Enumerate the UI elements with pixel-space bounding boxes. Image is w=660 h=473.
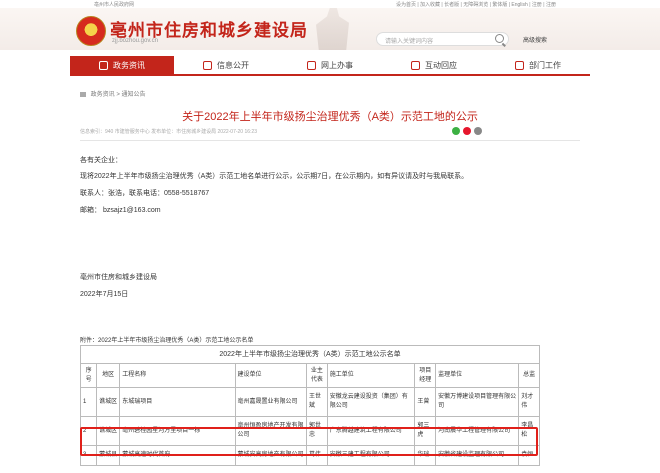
wechat-share-icon[interactable] xyxy=(452,127,460,135)
article-body: 现将2022年上半年市级扬尘治理优秀（A类）示范工地名单进行公示，公示期7日，在… xyxy=(80,173,469,180)
breadcrumb-current[interactable]: 通知公告 xyxy=(122,92,146,98)
cell: 王世斌 xyxy=(306,387,328,417)
cell: 1 xyxy=(79,387,98,417)
article-meta: 信息索引：940 市建管服务中心 发布单位：市住房城乡建设局 2022-07-2… xyxy=(80,129,257,135)
signature: 亳州市住房和城乡建设局 xyxy=(80,274,157,281)
cell: 安徽万博建设项目管理有限公司 xyxy=(435,387,520,417)
document-icon xyxy=(203,60,212,70)
print-icon[interactable] xyxy=(474,127,482,135)
col-header: 项目经理 xyxy=(414,363,437,388)
table-header-row: 序号 地区 工程名称 建设单位 业主代表 施工单位 项目经理 监理单位 总监 xyxy=(79,363,540,388)
cell: 亳州恒盈房地产开发有限公司 xyxy=(234,416,308,446)
col-header: 工程名称 xyxy=(119,363,236,388)
cell: 亳州碧桂园星河万里项目一标 xyxy=(119,416,236,446)
col-header: 序号 xyxy=(79,363,98,388)
nav-item-interaction[interactable]: 互动回应 xyxy=(382,56,486,74)
cell: 谯城区 xyxy=(96,387,121,417)
breadcrumb: 政务资讯 > 通知公告 xyxy=(80,89,146,98)
main-nav: 政务资讯 信息公开 网上办事 互动回应 部门工作 xyxy=(70,56,590,76)
table-row: 1 谯城区 东城瑞项目 亳州嘉晟置业有限公司 王世斌 安徽龙云建设投资（集团）有… xyxy=(79,387,540,417)
cell: 广东腾越建筑工程有限公司 xyxy=(326,416,416,446)
cell: 东城瑞项目 xyxy=(119,387,236,417)
sign-date: 2022年7月15日 xyxy=(80,291,129,298)
home-icon xyxy=(80,91,86,97)
col-header: 地区 xyxy=(96,363,121,388)
cell: 华瑞 xyxy=(414,445,437,466)
table-caption-row: 2022年上半年市级扬尘治理优秀（A类）示范工地公示名单 xyxy=(80,345,540,364)
advanced-search-link[interactable]: 高级搜索 xyxy=(523,35,547,44)
cell: 袁恒 xyxy=(518,445,540,466)
nav-label: 网上办事 xyxy=(321,60,353,70)
weibo-share-icon[interactable] xyxy=(463,127,471,135)
col-header: 总监 xyxy=(518,363,540,388)
nav-label: 部门工作 xyxy=(529,60,561,70)
site-header: 亳州市住房和城乡建设局 zjj.bozhou.gov.cn 请输入关键词内容 高… xyxy=(0,8,660,50)
cell: 蒙城高速时代首府 xyxy=(119,445,236,466)
share-bar xyxy=(452,127,482,135)
statue-decoration xyxy=(316,8,349,50)
col-header: 监理单位 xyxy=(435,363,520,388)
col-header: 施工单位 xyxy=(326,363,416,388)
cell: 谯城区 xyxy=(96,416,121,446)
article-title: 关于2022年上半年市级扬尘治理优秀（A类）示范工地的公示 xyxy=(182,111,478,123)
top-links: 设为首页 | 加入收藏 | 长者版 | 无障碍浏览 | 繁体版 | Englis… xyxy=(395,2,556,8)
nav-label: 政务资讯 xyxy=(113,60,145,70)
breadcrumb-home[interactable]: 政务资讯 xyxy=(91,92,115,98)
cell: 葛伟 xyxy=(306,445,328,466)
national-emblem-icon xyxy=(76,16,106,46)
cell: 蒙城安高房地产有限公司 xyxy=(234,445,308,466)
nav-item-disclosure[interactable]: 信息公开 xyxy=(174,56,278,74)
cell: 安徽省建设监理有限公司 xyxy=(435,445,520,466)
nav-item-online-service[interactable]: 网上办事 xyxy=(278,56,382,74)
nav-item-news[interactable]: 政务资讯 xyxy=(70,56,174,74)
cell: 3 xyxy=(79,445,98,466)
nav-label: 信息公开 xyxy=(217,60,249,70)
table-caption: 2022年上半年市级扬尘治理优秀（A类）示范工地公示名单 xyxy=(80,345,540,364)
cell: 蒙城县 xyxy=(96,445,121,466)
site-url: zjj.bozhou.gov.cn xyxy=(112,38,158,44)
nav-label: 互动回应 xyxy=(425,60,457,70)
monitor-icon xyxy=(307,60,316,70)
table-row: 3 蒙城县 蒙城高速时代首府 蒙城安高房地产有限公司 葛伟 安徽三建工程有限公司… xyxy=(79,445,540,466)
cell: 安徽三建工程有限公司 xyxy=(326,445,416,466)
search-icon[interactable] xyxy=(495,34,504,43)
search-input[interactable]: 请输入关键词内容 xyxy=(376,32,509,46)
nav-item-department[interactable]: 部门工作 xyxy=(486,56,590,74)
search-placeholder: 请输入关键词内容 xyxy=(385,39,434,45)
cell: 河南晨华工程管理有限公司 xyxy=(435,416,520,446)
building-icon xyxy=(515,60,524,70)
cell: 2 xyxy=(79,416,98,446)
attachment-link[interactable]: 附件：2022年上半年市级扬尘治理优秀（A类）示范工地公示名单 xyxy=(80,335,253,344)
sites-table: 2022年上半年市级扬尘治理优秀（A类）示范工地公示名单 序号 地区 工程名称 … xyxy=(79,345,540,466)
col-header: 建设单位 xyxy=(234,363,308,388)
cell: 郭世忠 xyxy=(306,416,328,446)
cell: 王曾 xyxy=(414,387,437,417)
news-icon xyxy=(99,60,108,70)
divider xyxy=(80,140,580,141)
cell: 刘才伟 xyxy=(518,387,540,417)
gov-site-link[interactable]: 亳州市人民政府网 xyxy=(94,1,134,8)
table-row: 2 谯城区 亳州碧桂园星河万里项目一标 亳州恒盈房地产开发有限公司 郭世忠 广东… xyxy=(79,416,540,446)
contact-info: 联系人：张浩，联系电话：0558-5518767 xyxy=(80,190,210,197)
cell: 亳州嘉晟置业有限公司 xyxy=(234,387,308,417)
col-header: 业主代表 xyxy=(306,363,328,388)
cell: 安徽龙云建设投资（集团）有限公司 xyxy=(326,387,416,417)
cell: 李昌松 xyxy=(518,416,540,446)
top-strip: 亳州市人民政府网 设为首页 | 加入收藏 | 长者版 | 无障碍浏览 | 繁体版… xyxy=(0,0,660,8)
greeting: 各有关企业： xyxy=(80,157,122,164)
breadcrumb-separator: > xyxy=(116,92,120,98)
email-info: 邮箱： bzsajz1@163.com xyxy=(80,207,161,214)
cell: 郭三虎 xyxy=(414,416,437,446)
chat-icon xyxy=(411,60,420,70)
